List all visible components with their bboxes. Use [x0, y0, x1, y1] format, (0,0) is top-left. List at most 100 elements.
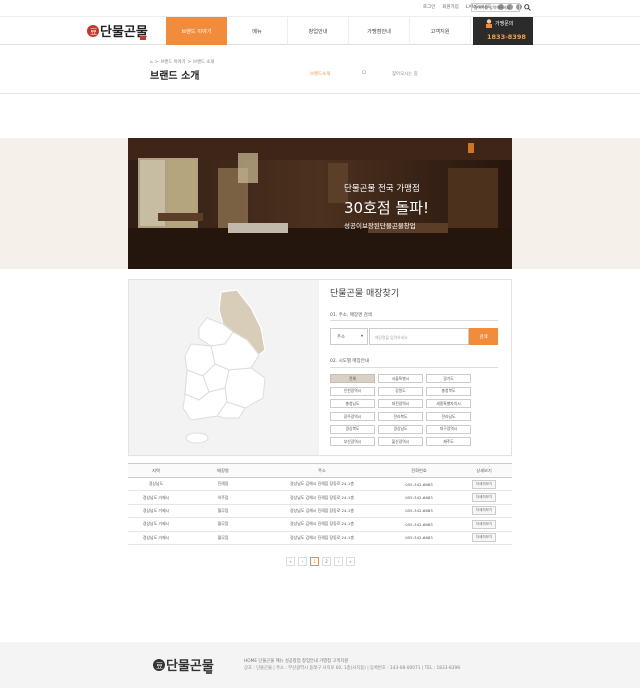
table-row: 경상남도 거제시 월무점 경상남도 김해시 진례읍 장동로 24-1층 055-…: [128, 504, 512, 519]
finder-title: 단물곤물 매장찾기: [330, 289, 400, 299]
nav-support[interactable]: 고객지원: [410, 17, 471, 45]
prev-page-button[interactable]: ‹: [298, 557, 307, 566]
page-1-button[interactable]: 1: [310, 557, 319, 566]
nav-menu[interactable]: 메뉴: [227, 17, 288, 45]
nav-brand-story[interactable]: 브랜드 이야기: [166, 17, 227, 45]
cell-address: 경상남도 김해시 진례읍 장동로 24-1층: [262, 517, 382, 532]
footer-logo[interactable]: 豆 단물곤물: [152, 654, 216, 676]
region-button[interactable]: 대전광역시: [378, 399, 423, 409]
select-value: 주소: [337, 334, 345, 340]
banner-line-1: 단물곤물 전국 가맹점: [344, 184, 420, 194]
inquiry-label: 가맹문의: [495, 21, 514, 27]
region-section-label: 02. 시도별 매장안내: [330, 359, 369, 364]
subnav-ci[interactable]: CI: [362, 71, 392, 77]
banner-line-3: 성공이보장된단물곤물창업: [344, 222, 416, 230]
detail-button[interactable]: 자세히보기: [471, 533, 497, 543]
region-button[interactable]: 경상남도: [378, 424, 423, 434]
chevron-down-icon: ▾: [360, 334, 363, 339]
korea-map-graphic[interactable]: [129, 280, 319, 455]
cell-phone: 055-342-6663: [382, 490, 456, 505]
search-input[interactable]: 검색어를 입력해주세요: [471, 3, 520, 12]
cell-store: 아주점: [184, 490, 262, 505]
home-icon[interactable]: ⌂: [150, 60, 153, 65]
find-store-button[interactable]: 검색: [469, 328, 498, 345]
footer-links[interactable]: HOME 단물곤물 메뉴 성공창업 창업안내 가맹점 고객지원: [244, 658, 348, 664]
breadcrumb-item[interactable]: 브랜드 이야기: [160, 59, 185, 65]
table-row: 경상남도 거제시 아주점 경상남도 김해시 진례읍 장동로 24-1층 055-…: [128, 490, 512, 505]
join-link[interactable]: 회원가입: [442, 4, 459, 10]
banner-text: 단물곤물 전국 가맹점 30호점 돌파! 성공이보장된단물곤물창업: [344, 182, 429, 230]
region-button[interactable]: 경상북도: [330, 424, 375, 434]
region-button[interactable]: 전라북도: [378, 412, 423, 422]
cell-store: 월무점: [184, 517, 262, 532]
region-buttons: 전체 서울특별시 경기도 인천광역시 강원도 충청북도 충청남도 대전광역시 세…: [330, 374, 500, 447]
region-button[interactable]: 경기도: [426, 374, 471, 383]
region-button[interactable]: 부산광역시: [330, 437, 375, 447]
breadcrumb-item[interactable]: 브랜드 소개: [193, 59, 214, 65]
sub-nav: 브랜드소개 CI 찾아오시는 길: [310, 71, 418, 77]
store-table: 지역 매장명 주소 전화번호 상세보기 경상남도 진례점 경상남도 김해시 진례…: [128, 463, 512, 545]
svg-text:豆: 豆: [156, 662, 163, 670]
cell-address: 경상남도 김해시 진례읍 장동로 24-1층: [262, 490, 382, 505]
search-type-select[interactable]: 주소 ▾: [330, 328, 368, 345]
store-search-input[interactable]: 매장명을 입력하세요: [369, 328, 469, 345]
table-header-row: 지역 매장명 주소 전화번호 상세보기: [128, 463, 512, 478]
region-button[interactable]: 세종특별자치시: [426, 399, 471, 409]
region-button[interactable]: 충청북도: [426, 386, 471, 396]
cell-address: 경상남도 김해시 진례읍 장동로 24-1층: [262, 477, 382, 492]
cell-store: 진례점: [184, 477, 262, 492]
korea-map[interactable]: [129, 280, 319, 455]
subnav-directions[interactable]: 찾아오시는 길: [392, 71, 418, 77]
utility-bar: 로그인 회원가입 LANGUAGE 검색어를 입력해주세요: [0, 0, 640, 16]
region-button[interactable]: 서울특별시: [378, 374, 423, 383]
detail-button[interactable]: 자세히보기: [471, 519, 497, 529]
col-detail: 상세보기: [456, 463, 512, 478]
cell-phone: 055-342-6663: [382, 517, 456, 532]
region-button[interactable]: 전라남도: [426, 412, 471, 422]
cell-address: 경상남도 김해시 진례읍 장동로 24-1층: [262, 504, 382, 519]
breadcrumb: ⌂ > 브랜드 이야기 > 브랜드 소개: [150, 59, 215, 66]
login-link[interactable]: 로그인: [423, 4, 435, 10]
franchise-inquiry-box[interactable]: 가맹문의 1833-8398: [473, 17, 533, 45]
main-header: 豆 단물곤물 브랜드 이야기 메뉴 창업안내 가맹점안내 고객지원 가맹문의 1…: [0, 16, 640, 45]
last-page-button[interactable]: »: [346, 557, 355, 566]
cell-address: 경상남도 김해시 진례읍 장동로 24-1층: [262, 531, 382, 545]
cell-region: 경상남도 거제시: [128, 531, 184, 545]
detail-button[interactable]: 자세히보기: [471, 506, 497, 516]
first-page-button[interactable]: «: [286, 557, 295, 566]
next-page-button[interactable]: ›: [334, 557, 343, 566]
subnav-brand-intro[interactable]: 브랜드소개: [310, 71, 362, 77]
restaurant-interior-image: [128, 138, 512, 269]
cell-region: 경상남도: [128, 477, 184, 492]
detail-button[interactable]: 자세히보기: [471, 493, 497, 503]
region-button[interactable]: 울산광역시: [378, 437, 423, 447]
region-button[interactable]: 충청남도: [330, 399, 375, 409]
table-row: 경상남도 진례점 경상남도 김해시 진례읍 장동로 24-1층 055-342-…: [128, 477, 512, 492]
brand-logo[interactable]: 豆 단물곤물: [86, 20, 150, 42]
footer-info: 상호 : 단물곤물 | 주소 : 부산광역시 동래구 사직로 60, 1층(사직…: [244, 666, 460, 671]
cell-store: 월무점: [184, 504, 262, 519]
cell-region: 경상남도 거제시: [128, 517, 184, 532]
region-button[interactable]: 광주광역시: [330, 412, 375, 422]
cell-store: 월무점: [184, 531, 262, 545]
nav-startup-guide[interactable]: 창업안내: [288, 17, 349, 45]
cell-phone: 055-342-6663: [382, 477, 456, 492]
region-button[interactable]: 제주도: [426, 437, 471, 447]
region-button[interactable]: 인천광역시: [330, 386, 375, 396]
person-icon: [486, 19, 492, 28]
region-button[interactable]: 강원도: [378, 386, 423, 396]
cell-region: 경상남도 거제시: [128, 504, 184, 519]
col-store: 매장명: [184, 463, 262, 478]
divider: [0, 93, 640, 94]
banner-line-2: 30호점 돌파!: [344, 199, 430, 217]
region-button[interactable]: 전체: [330, 374, 375, 383]
cell-region: 경상남도 거제시: [128, 490, 184, 505]
divider: [330, 320, 498, 321]
search-icon[interactable]: [521, 2, 533, 13]
region-button[interactable]: 대구광역시: [426, 424, 471, 434]
page-2-button[interactable]: 2: [322, 557, 331, 566]
col-region: 지역: [128, 463, 184, 478]
nav-franchise-guide[interactable]: 가맹점안내: [349, 17, 410, 45]
detail-button[interactable]: 자세히보기: [471, 479, 497, 489]
divider: [330, 367, 498, 368]
